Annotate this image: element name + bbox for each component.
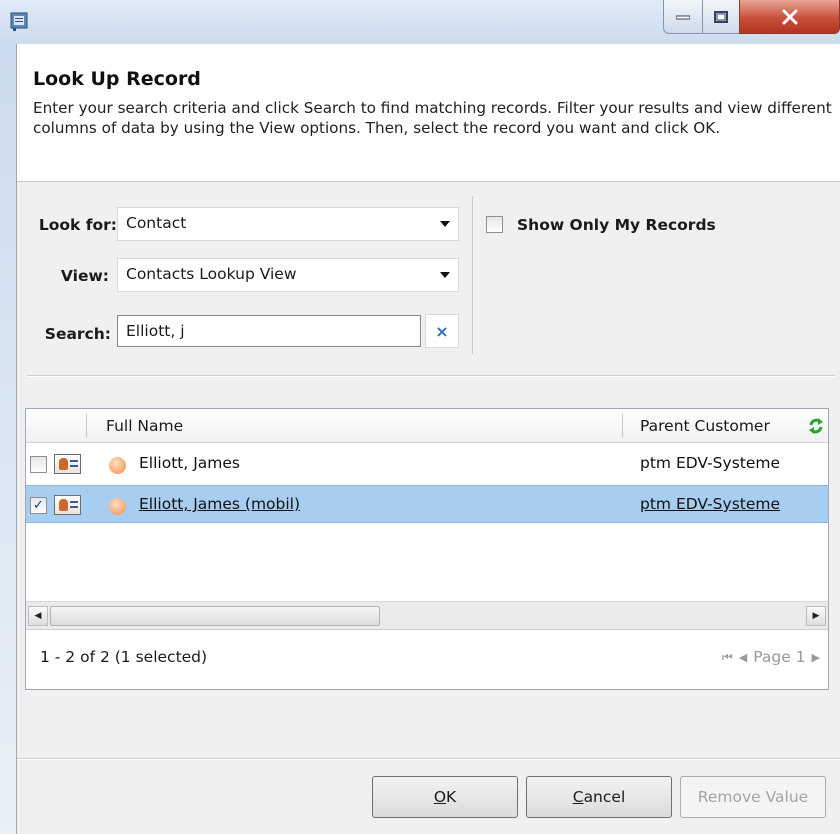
cell-parent-customer[interactable]: ptm EDV-Systeme: [640, 454, 780, 472]
filter-divider: [472, 196, 473, 354]
column-header-full-name[interactable]: Full Name: [106, 417, 183, 435]
record-count-status: 1 - 2 of 2 (1 selected): [40, 648, 208, 666]
maximize-button[interactable]: [702, 0, 740, 34]
scroll-right-button[interactable]: ▶: [806, 606, 826, 626]
column-separator: [622, 414, 623, 438]
grid-header: Full Name Parent Customer: [26, 409, 828, 443]
ok-accelerator: O: [433, 788, 447, 806]
search-input[interactable]: Elliott, j: [117, 315, 421, 347]
lookup-dialog: Look Up Record Enter your search criteri…: [16, 44, 840, 834]
scroll-right-icon: ▶: [812, 611, 820, 621]
previous-page-icon[interactable]: ◀: [739, 651, 747, 664]
view-label: View:: [60, 267, 109, 285]
column-separator: [86, 414, 87, 438]
chevron-down-icon: [440, 221, 450, 227]
next-page-icon[interactable]: ▶: [812, 651, 820, 664]
clear-icon: ×: [435, 321, 449, 341]
view-select[interactable]: Contacts Lookup View: [117, 258, 459, 292]
button-bar-divider: [17, 758, 840, 760]
cancel-button[interactable]: Cancel: [526, 776, 672, 818]
column-header-parent-customer[interactable]: Parent Customer: [640, 417, 770, 435]
ok-label: K: [446, 788, 457, 806]
grid-footer: 1 - 2 of 2 (1 selected) ⏮ ◀ Page 1 ▶: [26, 629, 828, 689]
search-label: Search:: [44, 325, 111, 343]
contact-status-icon: [109, 457, 126, 474]
dialog-header: Look Up Record Enter your search criteri…: [17, 44, 840, 182]
window-border-left: [0, 44, 16, 834]
clear-search-button[interactable]: ×: [425, 314, 459, 348]
look-for-value: Contact: [126, 214, 187, 232]
close-button[interactable]: [739, 0, 840, 34]
results-grid: Full Name Parent Customer Elliott, James…: [25, 408, 829, 690]
horizontal-scrollbar[interactable]: ◀ ▶: [26, 601, 828, 629]
scrollbar-thumb[interactable]: [50, 606, 380, 626]
row-checkbox[interactable]: [30, 456, 47, 473]
row-checkbox[interactable]: ✓: [30, 497, 47, 514]
cell-parent-customer-link[interactable]: ptm EDV-Systeme: [640, 495, 780, 513]
dialog-title: Look Up Record: [33, 68, 201, 90]
contact-card-icon: [54, 495, 81, 515]
maximize-icon: [714, 10, 728, 23]
ok-button[interactable]: OK: [372, 776, 518, 818]
table-row[interactable]: ✓ Elliott, James (mobil) ptm EDV-Systeme: [26, 485, 828, 523]
minimize-icon: [676, 15, 690, 19]
close-icon: [782, 9, 797, 24]
scroll-left-icon: ◀: [34, 611, 42, 621]
cell-full-name-link[interactable]: Elliott, James (mobil): [139, 495, 300, 513]
chevron-down-icon: [440, 272, 450, 278]
app-icon: [10, 12, 28, 31]
contact-card-icon: [54, 454, 81, 474]
section-divider: [27, 375, 835, 377]
look-for-label: Look for:: [38, 216, 117, 234]
search-input-value: Elliott, j: [126, 322, 185, 340]
scroll-left-button[interactable]: ◀: [28, 606, 48, 626]
pager: ⏮ ◀ Page 1 ▶: [722, 648, 820, 666]
cancel-accelerator: C: [572, 788, 584, 806]
contact-status-icon: [109, 498, 126, 515]
table-row[interactable]: Elliott, James ptm EDV-Systeme: [26, 445, 828, 483]
view-value: Contacts Lookup View: [126, 265, 297, 283]
show-only-my-records-checkbox[interactable]: [486, 216, 503, 233]
first-page-icon[interactable]: ⏮: [722, 650, 733, 665]
look-for-select[interactable]: Contact: [117, 207, 459, 241]
cell-full-name[interactable]: Elliott, James: [139, 454, 240, 472]
cancel-label: ancel: [583, 788, 626, 806]
page-number: Page 1: [753, 648, 806, 666]
show-only-my-records-label: Show Only My Records: [517, 216, 716, 234]
dialog-instructions: Enter your search criteria and click Sea…: [33, 99, 832, 137]
refresh-icon[interactable]: [808, 417, 824, 435]
minimize-button[interactable]: [663, 0, 703, 34]
remove-value-button[interactable]: Remove Value: [680, 776, 826, 818]
window-titlebar: [0, 0, 840, 44]
